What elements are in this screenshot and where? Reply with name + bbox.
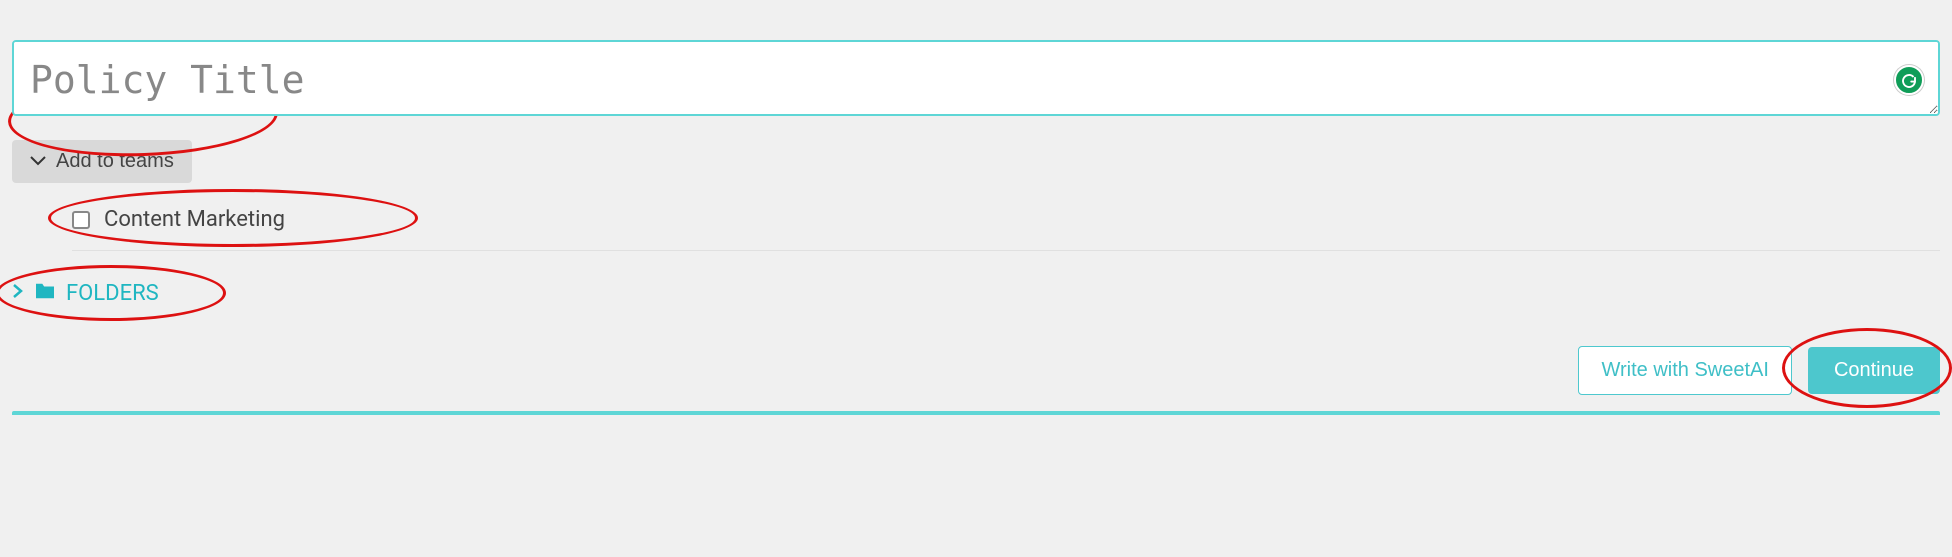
policy-title-wrapper — [12, 40, 1940, 120]
teams-list: Content Marketing — [72, 207, 1940, 251]
folder-icon — [34, 281, 56, 306]
continue-label: Continue — [1834, 359, 1914, 381]
bottom-divider — [12, 411, 1940, 415]
policy-title-input[interactable] — [12, 40, 1940, 116]
action-bar: Write with SweetAI Continue — [12, 346, 1940, 395]
team-checkbox[interactable] — [72, 211, 90, 229]
add-to-teams-label: Add to teams — [56, 150, 174, 173]
folders-label: FOLDERS — [66, 281, 159, 306]
chevron-down-icon — [30, 153, 46, 171]
write-with-ai-button[interactable]: Write with SweetAI — [1578, 346, 1791, 395]
write-with-ai-label: Write with SweetAI — [1601, 359, 1768, 381]
add-to-teams-toggle[interactable]: Add to teams — [12, 140, 192, 183]
team-label: Content Marketing — [104, 207, 285, 232]
folders-toggle[interactable]: FOLDERS — [12, 281, 159, 306]
team-item[interactable]: Content Marketing — [72, 207, 1940, 232]
grammarly-icon[interactable] — [1894, 65, 1924, 95]
continue-button[interactable]: Continue — [1808, 347, 1940, 394]
chevron-right-icon — [12, 283, 24, 304]
